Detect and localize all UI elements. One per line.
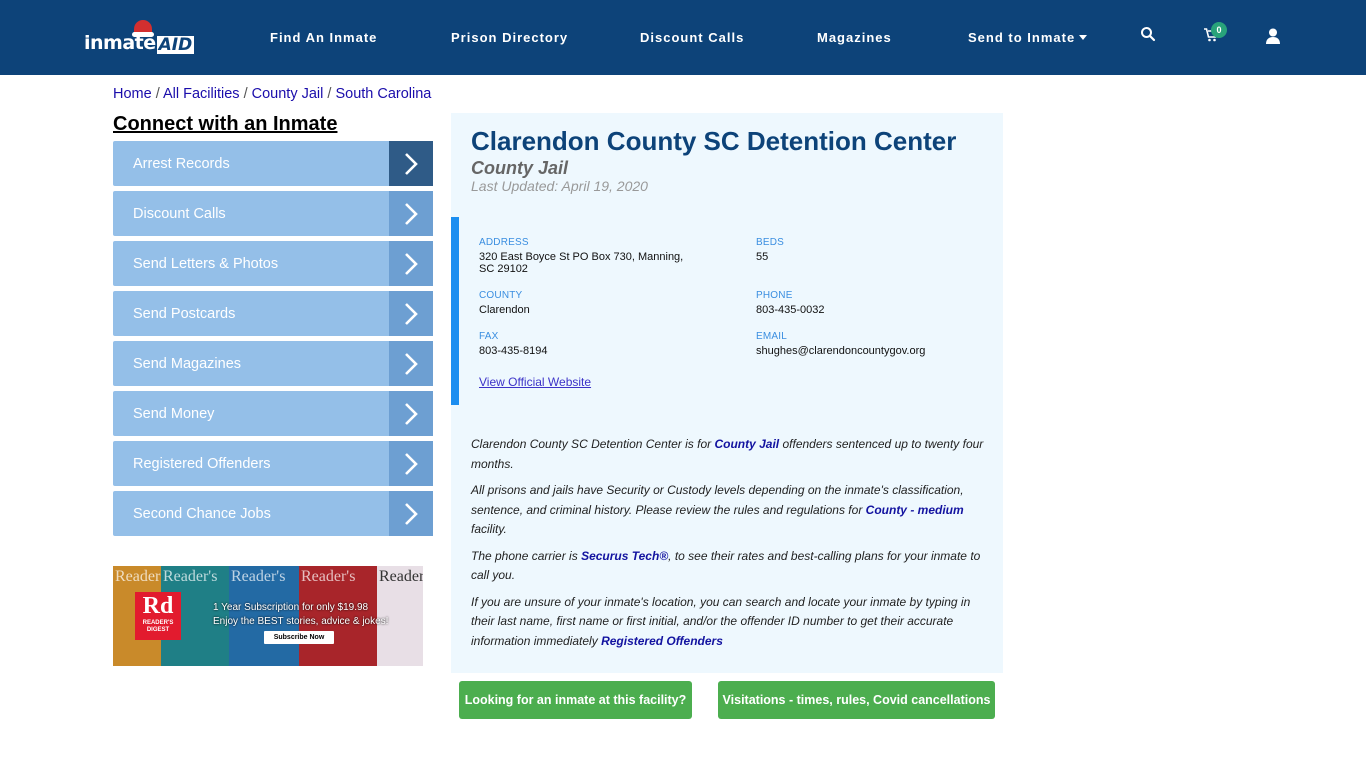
sidebar-item-label: Registered Offenders bbox=[133, 455, 271, 472]
email-value: shughes@clarendoncountygov.org bbox=[756, 345, 926, 357]
address-field: ADDRESS 320 East Boyce St PO Box 730, Man… bbox=[479, 237, 699, 275]
breadcrumb-separator: / bbox=[243, 86, 248, 102]
chevron-right-icon bbox=[389, 441, 433, 486]
chevron-right-icon bbox=[389, 341, 433, 386]
phone-value: 803-435-0032 bbox=[756, 304, 825, 316]
masthead: Reader's bbox=[231, 568, 286, 585]
address-value: 320 East Boyce St PO Box 730, Manning, S… bbox=[479, 251, 684, 275]
chevron-right-icon bbox=[389, 291, 433, 336]
sidebar-item-label: Discount Calls bbox=[133, 205, 226, 222]
description-paragraph: The phone carrier is Securus Tech®, to s… bbox=[471, 547, 991, 586]
registered-offenders-link[interactable]: Registered Offenders bbox=[601, 634, 723, 648]
chevron-right-icon bbox=[389, 391, 433, 436]
nav-send-to-inmate-label: Send to Inmate bbox=[968, 30, 1076, 45]
ad-line2: Enjoy the BEST stories, advice & jokes! bbox=[213, 616, 389, 627]
sidebar-item-send-postcards[interactable]: Send Postcards bbox=[113, 291, 433, 336]
search-icon[interactable] bbox=[1140, 26, 1160, 46]
breadcrumb: Home / All Facilities / County Jail / So… bbox=[113, 86, 431, 102]
breadcrumb-separator: / bbox=[327, 86, 332, 102]
county-medium-link[interactable]: County - medium bbox=[866, 503, 964, 517]
nav-magazines[interactable]: Magazines bbox=[817, 30, 892, 45]
field-label: ADDRESS bbox=[479, 237, 529, 248]
county-value: Clarendon bbox=[479, 304, 530, 316]
view-official-website-link[interactable]: View Official Website bbox=[479, 375, 591, 389]
county-jail-link[interactable]: County Jail bbox=[714, 437, 779, 451]
breadcrumb-south-carolina[interactable]: South Carolina bbox=[335, 86, 431, 102]
cart-count-badge: 0 bbox=[1211, 22, 1227, 38]
beds-field: BEDS 55 bbox=[756, 237, 784, 263]
sidebar-item-arrest-records[interactable]: Arrest Records bbox=[113, 141, 433, 186]
sidebar-item-label: Send Postcards bbox=[133, 305, 236, 322]
facility-name: Clarendon County SC Detention Center bbox=[471, 126, 957, 156]
email-field: EMAIL shughes@clarendoncountygov.org bbox=[756, 331, 925, 357]
sidebar-item-send-money[interactable]: Send Money bbox=[113, 391, 433, 436]
masthead: Reader's bbox=[379, 568, 423, 585]
text: Clarendon County SC Detention Center is … bbox=[471, 437, 715, 451]
visitations-button[interactable]: Visitations - times, rules, Covid cancel… bbox=[718, 681, 995, 719]
sidebar-menu: Arrest Records Discount Calls Send Lette… bbox=[113, 141, 433, 541]
top-navbar: inmate AID Find An Inmate Prison Director… bbox=[0, 0, 1366, 75]
sidebar-item-label: Send Letters & Photos bbox=[133, 255, 279, 272]
logo[interactable]: inmate AID bbox=[84, 20, 195, 55]
text: The phone carrier is bbox=[471, 548, 582, 563]
field-label: EMAIL bbox=[756, 331, 788, 342]
rd-brand-name: READER'S DIGEST bbox=[142, 620, 174, 633]
find-inmate-at-facility-button[interactable]: Looking for an inmate at this facility? bbox=[459, 681, 692, 719]
sidebar-item-send-letters-photos[interactable]: Send Letters & Photos bbox=[113, 241, 433, 286]
logo-accent: AID bbox=[156, 35, 195, 55]
description-paragraph: If you are unsure of your inmate's locat… bbox=[471, 593, 991, 652]
county-field: COUNTY Clarendon bbox=[479, 290, 530, 316]
nav-send-to-inmate[interactable]: Send to Inmate bbox=[968, 30, 1088, 45]
breadcrumb-home[interactable]: Home bbox=[113, 86, 152, 102]
sidebar-item-discount-calls[interactable]: Discount Calls bbox=[113, 191, 433, 236]
field-label: COUNTY bbox=[479, 290, 523, 301]
facility-info-panel: ADDRESS 320 East Boyce St PO Box 730, Man… bbox=[451, 217, 1003, 405]
facility-type: County Jail bbox=[471, 158, 569, 178]
sidebar-item-label: Arrest Records bbox=[133, 155, 230, 172]
description-paragraph: Clarendon County SC Detention Center is … bbox=[471, 435, 991, 474]
sidebar-item-registered-offenders[interactable]: Registered Offenders bbox=[113, 441, 433, 486]
ad-text: 1 Year Subscription for only $19.98 Enjoy… bbox=[213, 601, 388, 629]
chevron-right-icon bbox=[389, 491, 433, 536]
field-label: PHONE bbox=[756, 290, 793, 301]
fax-field: FAX 803-435-8194 bbox=[479, 331, 548, 357]
text: facility. bbox=[471, 522, 507, 536]
masthead: Reader's bbox=[163, 568, 218, 585]
description-paragraph: All prisons and jails have Security or C… bbox=[471, 481, 991, 540]
subscribe-now-button[interactable]: Subscribe Now bbox=[264, 631, 334, 644]
chevron-right-icon bbox=[389, 191, 433, 236]
masthead: Reader's bbox=[301, 568, 356, 585]
breadcrumb-county-jail[interactable]: County Jail bbox=[252, 86, 324, 102]
nav-prison-directory[interactable]: Prison Directory bbox=[451, 30, 568, 45]
sidebar-item-second-chance-jobs[interactable]: Second Chance Jobs bbox=[113, 491, 433, 536]
sidebar-item-label: Second Chance Jobs bbox=[133, 505, 271, 522]
breadcrumb-separator: / bbox=[155, 86, 160, 102]
sidebar-item-label: Send Magazines bbox=[133, 355, 242, 372]
rd-logo-text: Rd bbox=[142, 593, 174, 619]
field-label: FAX bbox=[479, 331, 499, 342]
nav-discount-calls[interactable]: Discount Calls bbox=[640, 30, 744, 45]
nav-find-an-inmate[interactable]: Find An Inmate bbox=[270, 30, 377, 45]
user-icon[interactable] bbox=[1266, 28, 1286, 48]
facility-card: Clarendon County SC Detention Center Cou… bbox=[451, 113, 1003, 673]
santa-hat-icon bbox=[132, 20, 154, 37]
fax-value: 803-435-8194 bbox=[479, 345, 548, 357]
sidebar-item-label: Send Money bbox=[133, 405, 215, 422]
beds-value: 55 bbox=[756, 251, 769, 263]
readers-digest-logo: Rd READER'S DIGEST bbox=[135, 592, 181, 640]
sidebar-heading: Connect with an Inmate bbox=[113, 113, 338, 135]
field-label: BEDS bbox=[756, 237, 785, 248]
ad-line1: 1 Year Subscription for only $19.98 bbox=[213, 602, 369, 613]
chevron-right-icon bbox=[389, 241, 433, 286]
caret-down-icon bbox=[1079, 35, 1088, 40]
securus-tech-link[interactable]: Securus Tech® bbox=[581, 549, 668, 563]
last-updated: Last Updated: April 19, 2020 bbox=[471, 178, 648, 194]
readers-digest-ad[interactable]: Reader's Reader's Reader's Reader's Read… bbox=[113, 566, 423, 666]
breadcrumb-all-facilities[interactable]: All Facilities bbox=[163, 86, 240, 102]
facility-description: Clarendon County SC Detention Center is … bbox=[471, 435, 991, 658]
chevron-right-icon bbox=[389, 141, 433, 186]
sidebar-item-send-magazines[interactable]: Send Magazines bbox=[113, 341, 433, 386]
phone-field: PHONE 803-435-0032 bbox=[756, 290, 825, 316]
